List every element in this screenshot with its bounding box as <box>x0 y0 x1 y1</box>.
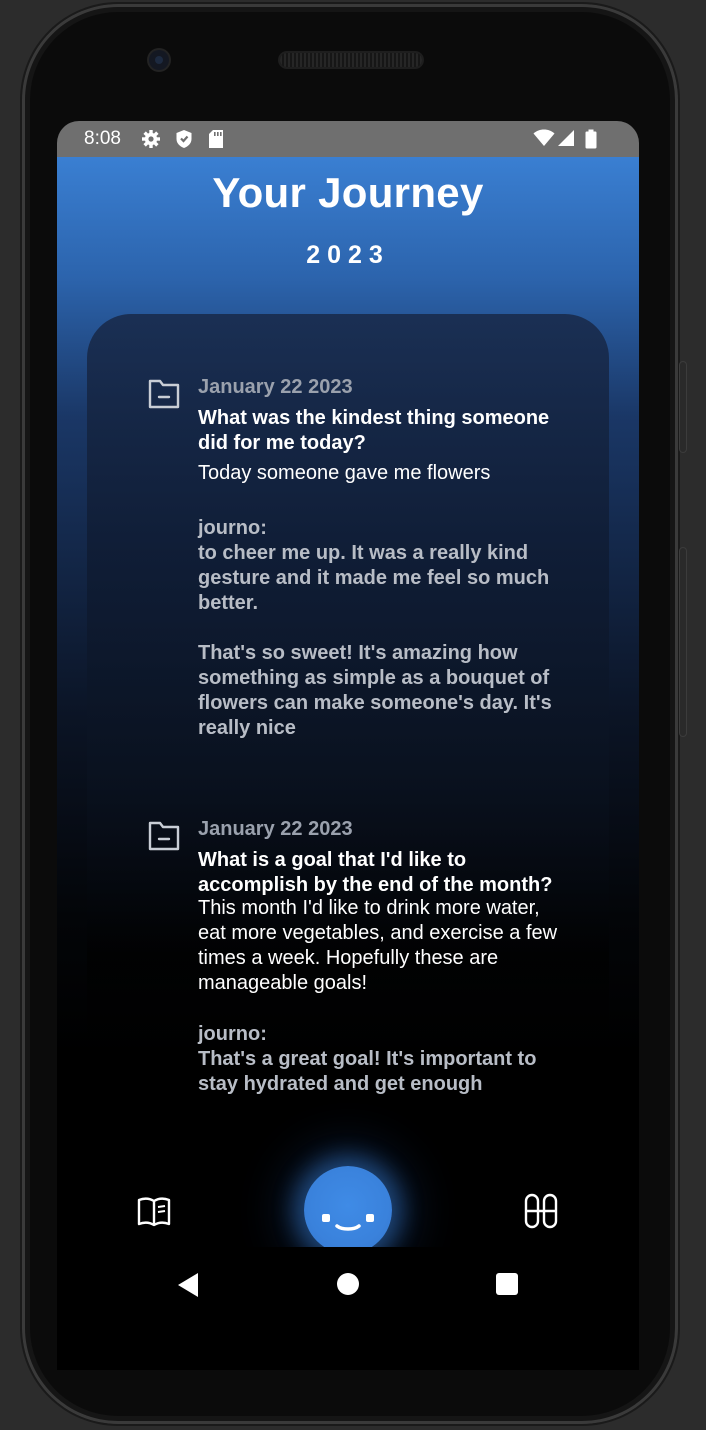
earpiece-speaker <box>280 53 422 67</box>
status-time: 8:08 <box>84 128 121 149</box>
back-icon[interactable] <box>178 1273 198 1297</box>
status-bar: 8:08 <box>57 121 639 157</box>
sd-card-icon <box>209 130 223 148</box>
front-camera <box>149 50 169 70</box>
battery-icon <box>585 129 597 149</box>
grid-icon[interactable] <box>523 1193 559 1229</box>
signal-icon <box>558 130 574 146</box>
system-nav-bar <box>57 1247 639 1370</box>
face-icon <box>322 1214 374 1231</box>
book-icon[interactable] <box>136 1193 172 1229</box>
year-label: 2023 <box>306 241 390 269</box>
gear-icon <box>142 130 160 148</box>
entries-card[interactable]: January 22 2023 What was the kindest thi… <box>87 314 609 1134</box>
entry-answer: Today someone gave me flowers <box>198 462 491 484</box>
volume-button <box>680 548 686 736</box>
entry-date: January 22 2023 <box>198 376 353 398</box>
journal-entry[interactable]: January 22 2023 What is a goal that I'd … <box>87 818 609 1134</box>
page-title: Your Journey <box>212 169 484 216</box>
journal-entry[interactable]: January 22 2023 What was the kindest thi… <box>87 376 609 756</box>
ai-response: That's a great goal! It's important to s… <box>198 1048 537 1095</box>
entry-question: What was the kindest thing someone did f… <box>198 407 550 454</box>
ai-label: journo: <box>198 1023 267 1045</box>
ai-label: journo: <box>198 517 267 539</box>
phone-screen: 8:08 Your Journey 2023 January 22 2023 W… <box>57 121 639 1370</box>
journal-screen: Your Journey 2023 January 22 2023 What w… <box>57 157 639 1283</box>
home-icon[interactable] <box>337 1273 359 1295</box>
power-button <box>680 362 686 452</box>
wifi-icon <box>533 129 555 146</box>
entry-date: January 22 2023 <box>198 818 353 840</box>
entry-question: What is a goal that I'd like to accompli… <box>198 849 553 896</box>
folder-icon[interactable] <box>147 818 181 852</box>
ai-response: to cheer me up. It was a really kind ges… <box>198 542 552 739</box>
assistant-face-button[interactable] <box>304 1166 392 1254</box>
recents-icon[interactable] <box>496 1273 518 1295</box>
folder-icon[interactable] <box>147 376 181 410</box>
entry-answer: This month I'd like to drink more water,… <box>198 897 558 994</box>
shield-icon <box>176 130 192 148</box>
